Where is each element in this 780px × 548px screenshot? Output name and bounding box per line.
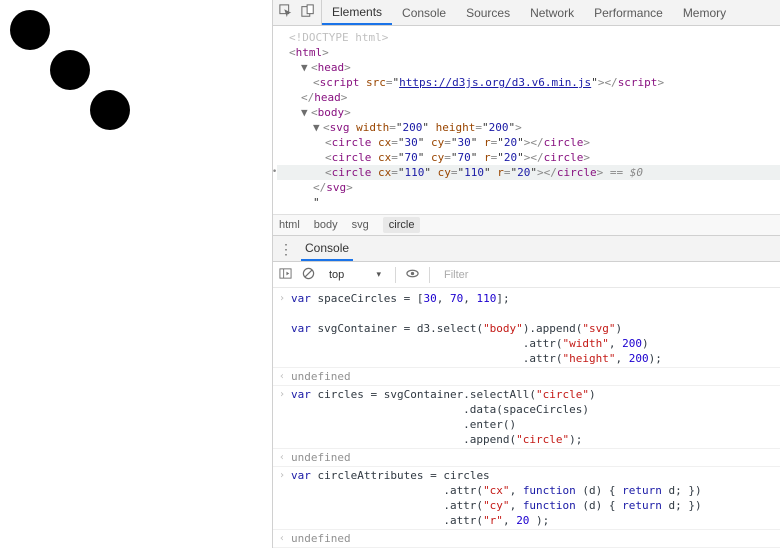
breadcrumb-body[interactable]: body bbox=[314, 219, 338, 231]
console-input: ›var circles = svgContainer.selectAll("c… bbox=[273, 386, 780, 449]
tab-sources[interactable]: Sources bbox=[456, 0, 520, 25]
console-input: ›var circleAttributes = circles .attr("c… bbox=[273, 467, 780, 530]
elements-tree[interactable]: <!DOCTYPE html><html>▼<head><script src=… bbox=[273, 26, 780, 214]
devtools-toolbar: ElementsConsoleSourcesNetworkPerformance… bbox=[273, 0, 780, 26]
clear-console-icon[interactable] bbox=[302, 267, 315, 283]
device-toggle-icon[interactable] bbox=[301, 4, 315, 21]
dom-node[interactable]: <html> bbox=[277, 45, 780, 60]
divider bbox=[429, 267, 430, 283]
inspect-icon[interactable] bbox=[279, 4, 293, 21]
breadcrumb-svg[interactable]: svg bbox=[352, 219, 369, 231]
console-toolbar: top bbox=[273, 262, 780, 288]
console-sidebar-toggle-icon[interactable] bbox=[279, 267, 292, 283]
divider bbox=[395, 267, 396, 283]
rendered-circle bbox=[10, 10, 50, 50]
rendered-page bbox=[0, 0, 272, 548]
breadcrumb-html[interactable]: html bbox=[279, 219, 300, 231]
kebab-icon[interactable]: ⋮ bbox=[279, 242, 293, 256]
console-output: ‹undefined bbox=[273, 368, 780, 386]
dom-node[interactable]: ▼<svg width="200" height="200"> bbox=[277, 120, 780, 135]
console-filter-input[interactable] bbox=[440, 267, 774, 283]
elements-breadcrumb: html body svg circle bbox=[273, 214, 780, 236]
dom-node[interactable]: <script src="https://d3js.org/d3.v6.min.… bbox=[277, 75, 780, 90]
console-output: ‹undefined bbox=[273, 530, 780, 548]
dom-node[interactable]: </head> bbox=[277, 90, 780, 105]
dom-node[interactable]: <circle cx="70" cy="70" r="20"></circle> bbox=[277, 150, 780, 165]
tab-performance[interactable]: Performance bbox=[584, 0, 673, 25]
devtools-panel: ElementsConsoleSourcesNetworkPerformance… bbox=[272, 0, 780, 548]
dom-node[interactable]: ▼<head> bbox=[277, 60, 780, 75]
tab-memory[interactable]: Memory bbox=[673, 0, 736, 25]
live-expression-icon[interactable] bbox=[406, 267, 419, 283]
devtools-tabs: ElementsConsoleSourcesNetworkPerformance… bbox=[322, 0, 736, 25]
dom-node[interactable]: <!DOCTYPE html> bbox=[277, 30, 780, 45]
rendered-svg bbox=[0, 0, 200, 200]
context-selector[interactable]: top bbox=[325, 268, 385, 282]
breadcrumb-circle[interactable]: circle bbox=[383, 217, 421, 233]
dom-node[interactable]: <circle cx="110" cy="110" r="20"></circl… bbox=[277, 165, 780, 180]
tab-network[interactable]: Network bbox=[520, 0, 584, 25]
dom-node[interactable]: " bbox=[277, 195, 780, 210]
console-drawer-title[interactable]: Console bbox=[301, 236, 353, 261]
dom-node[interactable]: <circle cx="30" cy="30" r="20"></circle> bbox=[277, 135, 780, 150]
console-input: ›var spaceCircles = [30, 70, 110]; var s… bbox=[273, 290, 780, 368]
dom-node[interactable]: ▼<body> bbox=[277, 105, 780, 120]
console-log[interactable]: ›var spaceCircles = [30, 70, 110]; var s… bbox=[273, 288, 780, 548]
rendered-circle bbox=[90, 90, 130, 130]
dom-node[interactable]: </svg> bbox=[277, 180, 780, 195]
tab-console[interactable]: Console bbox=[392, 0, 456, 25]
console-output: ‹undefined bbox=[273, 449, 780, 467]
console-drawer-header: ⋮ Console bbox=[273, 236, 780, 262]
rendered-circle bbox=[50, 50, 90, 90]
tab-elements[interactable]: Elements bbox=[322, 0, 392, 25]
